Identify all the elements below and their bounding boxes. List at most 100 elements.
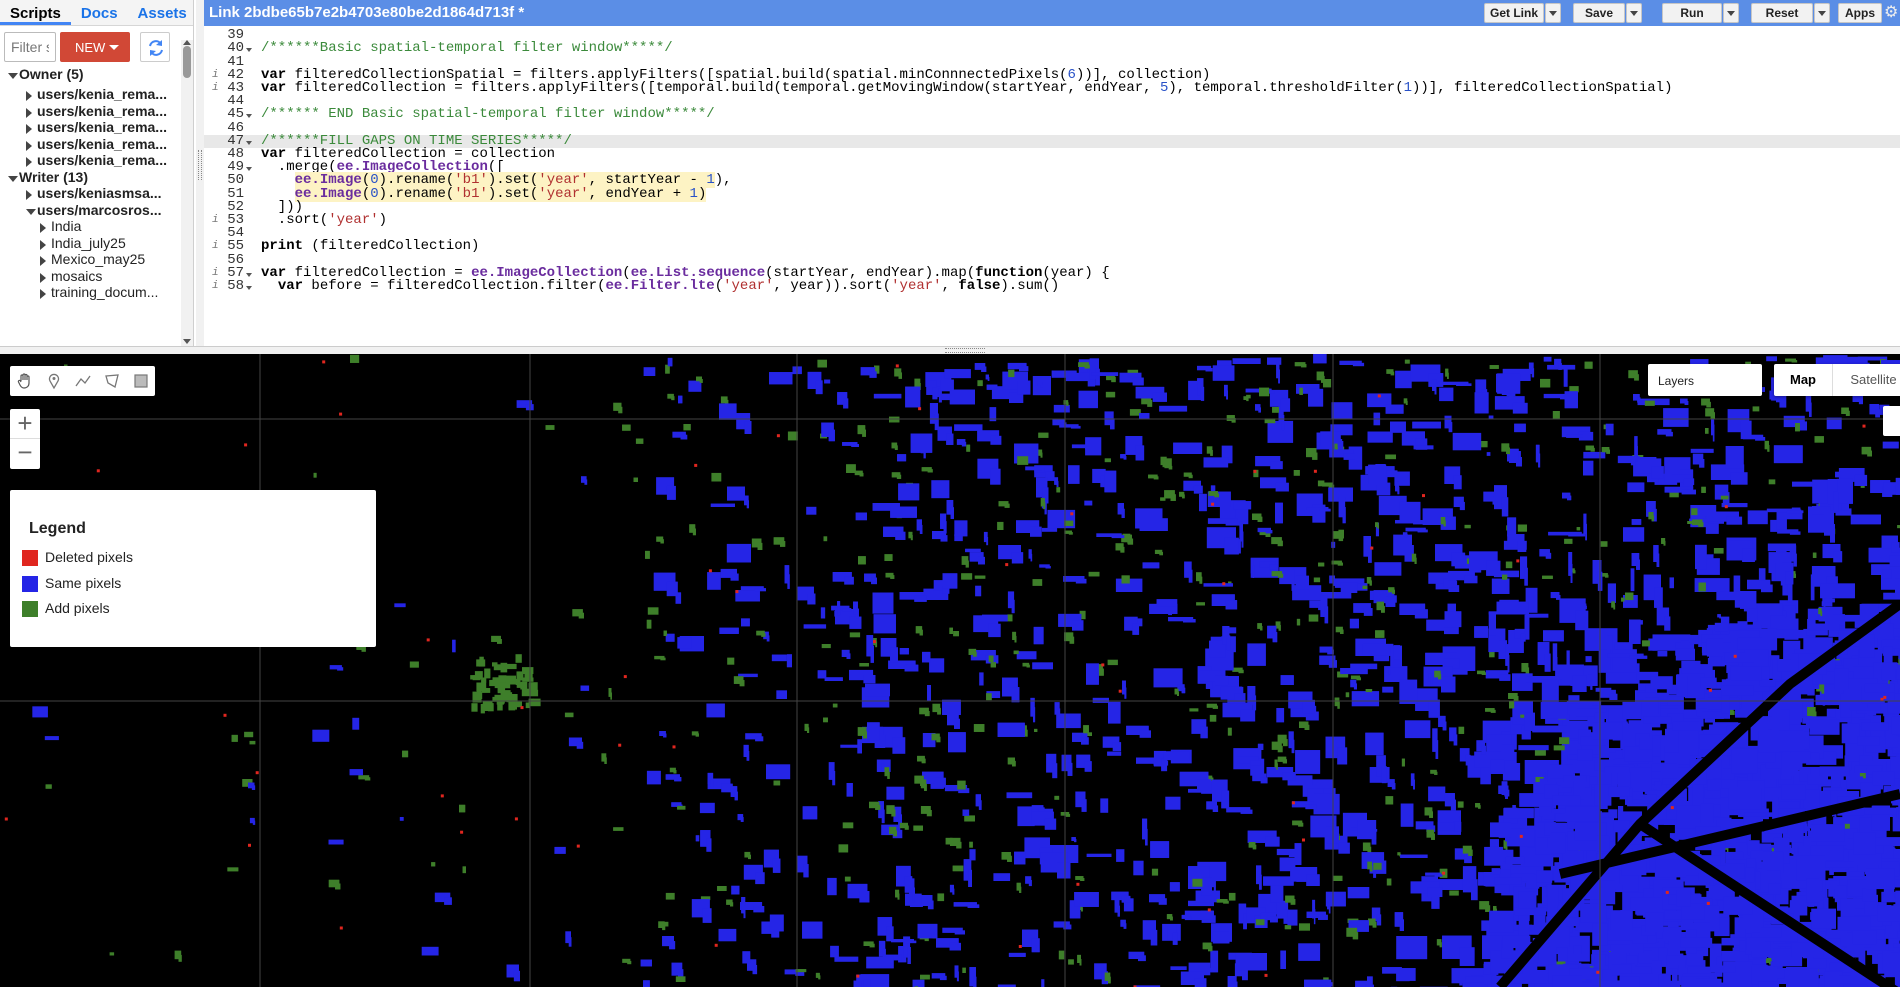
code-text: /******Basic spatial-temporal filter win… xyxy=(261,40,673,57)
editor-header: Link 2bdbe65b7e2b4703e80be2d1864d713f * … xyxy=(204,0,1900,26)
code-token: print xyxy=(261,238,304,255)
tree-label: mosaics xyxy=(51,267,103,284)
reset-button[interactable]: Reset xyxy=(1751,3,1813,23)
info-icon[interactable]: i xyxy=(212,82,219,95)
code-token: var xyxy=(277,278,304,294)
get-link-button[interactable]: Get Link xyxy=(1484,3,1544,23)
caret-right-icon[interactable] xyxy=(26,124,32,134)
new-button[interactable]: NEW xyxy=(60,32,130,62)
caret-down-icon[interactable] xyxy=(8,73,18,79)
zoom-out-button[interactable]: − xyxy=(10,439,40,469)
tab-scripts[interactable]: Scripts xyxy=(0,0,71,25)
tree-group[interactable]: Owner (5) xyxy=(0,66,180,86)
code-token: /******Basic spatial-temporal filter win… xyxy=(261,40,673,57)
tab-docs[interactable]: Docs xyxy=(71,0,128,25)
code-line[interactable]: 58 i var before = filteredCollection.filt… xyxy=(204,278,1900,294)
tree-repo[interactable]: users/kenia_rema... xyxy=(0,86,180,103)
scroll-thumb[interactable] xyxy=(183,46,191,78)
caret-right-icon[interactable] xyxy=(26,157,32,167)
code-text: var before = filteredCollection.filter(e… xyxy=(261,278,1059,294)
tree-label: users/kenia_rema... xyxy=(37,86,167,102)
run-button[interactable]: Run xyxy=(1662,3,1722,23)
scroll-down-icon[interactable] xyxy=(183,339,191,344)
fold-toggle-icon[interactable] xyxy=(246,48,252,53)
code-text: ee.Image(0).rename('b1').set('year', end… xyxy=(261,185,707,202)
zoom-in-button[interactable]: + xyxy=(10,409,40,439)
info-icon[interactable]: i xyxy=(212,267,219,280)
caret-right-icon[interactable] xyxy=(40,272,46,283)
fold-toggle-icon[interactable] xyxy=(246,167,252,172)
rectangle-icon[interactable] xyxy=(126,366,155,396)
polygon-icon[interactable] xyxy=(97,366,126,396)
info-icon[interactable]: i xyxy=(212,214,219,227)
tree-folder[interactable]: training_docum... xyxy=(0,284,180,301)
classification-raster xyxy=(0,354,1900,987)
tree-folder[interactable]: mosaics xyxy=(0,268,180,285)
code-line[interactable]: 52 ])) xyxy=(204,200,1900,214)
code-line[interactable]: 55 i print (filteredCollection) xyxy=(204,238,1900,255)
hand-icon[interactable] xyxy=(10,366,39,396)
caret-right-icon[interactable] xyxy=(26,140,32,151)
caret-right-icon[interactable] xyxy=(40,239,46,250)
run-dropdown[interactable] xyxy=(1723,3,1739,23)
gear-icon[interactable]: ⚙ xyxy=(1884,3,1900,23)
map-type-satellite-button[interactable]: Satellite xyxy=(1832,364,1900,396)
legend-label: Add pixels xyxy=(45,600,110,616)
fold-toggle-icon[interactable] xyxy=(246,114,252,119)
tree-folder[interactable]: Mexico_may25 xyxy=(0,251,180,268)
reset-dropdown[interactable] xyxy=(1814,3,1830,23)
tree-group[interactable]: Writer (13) xyxy=(0,169,180,186)
get-link-dropdown[interactable] xyxy=(1545,3,1561,23)
info-icon[interactable]: i xyxy=(212,69,219,82)
apps-button[interactable]: Apps xyxy=(1838,3,1882,23)
tree-label: training_docum... xyxy=(51,284,159,300)
caret-right-icon[interactable] xyxy=(26,190,32,200)
tree-repo[interactable]: users/kenia_rema... xyxy=(0,103,180,120)
marker-icon[interactable] xyxy=(39,366,68,396)
vertical-splitter[interactable] xyxy=(196,0,204,346)
fold-toggle-icon[interactable] xyxy=(246,140,252,145)
tree-label: India xyxy=(51,218,82,234)
code-line[interactable]: 43 i var filteredCollection = filters.appl… xyxy=(204,81,1900,95)
info-icon[interactable]: i xyxy=(212,240,219,253)
fold-toggle-icon[interactable] xyxy=(246,272,252,277)
tree-repo[interactable]: users/kenia_rema... xyxy=(0,152,180,169)
save-dropdown[interactable] xyxy=(1626,3,1642,23)
tree-repo[interactable]: users/kenia_rema... xyxy=(0,119,180,136)
map-type-map-button[interactable]: Map xyxy=(1774,364,1832,396)
horizontal-splitter[interactable] xyxy=(0,346,1900,354)
code-area[interactable]: 383940/******Basic spatial-temporal filt… xyxy=(204,26,1900,346)
caret-down-icon[interactable] xyxy=(8,175,18,182)
caret-right-icon[interactable] xyxy=(26,91,32,101)
caret-down-icon[interactable] xyxy=(26,208,36,215)
code-token: /****** END Basic spatial-temporal filte… xyxy=(261,106,715,123)
caret-right-icon[interactable] xyxy=(26,107,32,118)
scroll-up-icon[interactable] xyxy=(183,40,191,45)
layers-button[interactable]: Layers xyxy=(1648,364,1762,396)
code-text: .sort('year') xyxy=(261,213,387,227)
fold-toggle-icon[interactable] xyxy=(246,286,252,290)
code-token: 'b1' xyxy=(454,185,488,202)
code-line[interactable]: 51 ee.Image(0).rename('b1').set('year', … xyxy=(204,185,1900,202)
filter-scripts-input[interactable] xyxy=(4,32,56,62)
caret-right-icon[interactable] xyxy=(40,223,46,233)
code-line[interactable]: 40/******Basic spatial-temporal filter w… xyxy=(204,40,1900,57)
tree-repo[interactable]: users/keniasmsa... xyxy=(0,185,180,202)
refresh-button[interactable] xyxy=(140,32,170,62)
code-line[interactable]: 45/****** END Basic spatial-temporal fil… xyxy=(204,106,1900,123)
save-button[interactable]: Save xyxy=(1573,3,1625,23)
fullscreen-icon[interactable] xyxy=(1883,406,1900,436)
tree-folder[interactable]: India xyxy=(0,218,180,235)
caret-right-icon[interactable] xyxy=(40,256,46,266)
tab-assets[interactable]: Assets xyxy=(128,0,193,25)
tree-repo[interactable]: users/marcosros... xyxy=(0,202,180,219)
code-line[interactable]: 53 i .sort('year') xyxy=(204,213,1900,227)
polyline-icon[interactable] xyxy=(68,366,97,396)
map-canvas[interactable]: + − Legend Deleted pixels Same pixels Ad… xyxy=(0,354,1900,987)
tree-folder[interactable]: India_july25 xyxy=(0,235,180,252)
info-icon[interactable]: i xyxy=(212,280,219,293)
tree-repo[interactable]: users/kenia_rema... xyxy=(0,136,180,153)
scripts-scrollbar[interactable] xyxy=(181,40,193,346)
caret-right-icon[interactable] xyxy=(40,289,46,299)
code-text: /****** END Basic spatial-temporal filte… xyxy=(261,106,715,123)
